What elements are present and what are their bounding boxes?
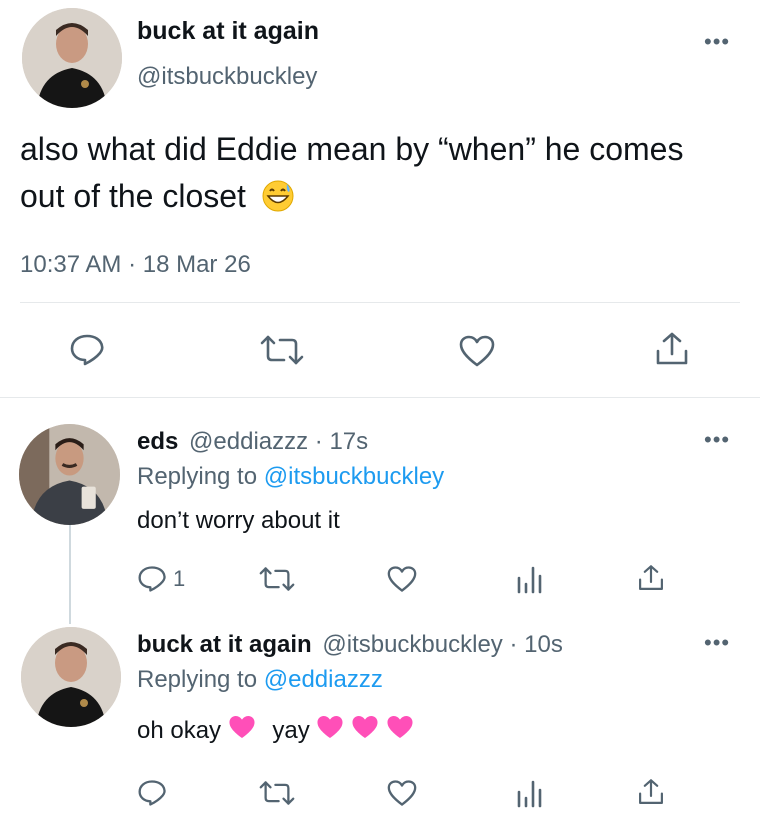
pink-heart-icon <box>228 714 256 749</box>
avatar[interactable] <box>21 627 121 727</box>
analytics-icon[interactable] <box>515 564 543 594</box>
like-icon[interactable] <box>386 565 418 593</box>
reply-text-part: oh okay <box>137 716 222 744</box>
grinning-face-with-sweat-icon <box>261 179 295 226</box>
replying-to: Replying to @itsbuckbuckley <box>137 463 444 491</box>
replying-to-label: Replying to <box>137 666 258 693</box>
share-icon[interactable] <box>637 777 665 807</box>
tweet-text-body: also what did Eddie mean by “when” he co… <box>20 131 684 214</box>
reply-count: 1 <box>173 566 186 591</box>
divider <box>0 397 760 398</box>
reply-header: buck at it again @itsbuckbuckley · 10s <box>137 631 563 659</box>
reply-text: don’t worry about it <box>137 507 340 534</box>
avatar[interactable] <box>19 424 120 525</box>
user-handle[interactable]: @itsbuckbuckley <box>137 63 317 91</box>
thread-line <box>69 524 71 624</box>
replying-to-label: Replying to <box>137 463 258 490</box>
pink-heart-icon <box>351 714 379 749</box>
like-icon[interactable] <box>458 334 496 368</box>
handle-time[interactable]: @itsbuckbuckley · 10s <box>322 631 562 658</box>
analytics-icon[interactable] <box>515 778 543 808</box>
reply-text-part: yay <box>272 716 310 744</box>
more-icon[interactable]: ••• <box>704 429 730 451</box>
like-icon[interactable] <box>386 779 418 807</box>
reply-header: eds @eddiazzz · 17s <box>137 428 368 456</box>
replying-to: Replying to @eddiazzz <box>137 666 383 694</box>
divider <box>20 302 740 303</box>
replying-to-handle[interactable]: @itsbuckbuckley <box>264 463 444 490</box>
handle-time[interactable]: @eddiazzz · 17s <box>189 428 368 455</box>
retweet-icon[interactable] <box>258 334 306 366</box>
tweet-text: also what did Eddie mean by “when” he co… <box>20 126 720 226</box>
reply-text: oh okay yay <box>137 714 414 749</box>
timestamp[interactable]: 10:37 AM · 18 Mar 26 <box>20 251 251 279</box>
retweet-icon[interactable] <box>257 566 297 592</box>
display-name[interactable]: buck at it again <box>137 17 319 46</box>
retweet-icon[interactable] <box>257 780 297 806</box>
more-icon[interactable]: ••• <box>704 632 730 654</box>
replying-to-handle[interactable]: @eddiazzz <box>264 666 383 693</box>
share-icon[interactable] <box>637 563 665 593</box>
avatar[interactable] <box>22 8 122 108</box>
display-name[interactable]: buck at it again <box>137 631 312 658</box>
pink-heart-icon <box>316 714 344 749</box>
reply-icon[interactable] <box>137 565 167 593</box>
pink-heart-icon <box>386 714 414 749</box>
reply-icon[interactable] <box>69 333 105 367</box>
share-icon[interactable] <box>654 331 690 367</box>
display-name[interactable]: eds <box>137 428 178 455</box>
more-icon[interactable]: ••• <box>704 31 730 53</box>
reply-icon[interactable] <box>137 779 167 807</box>
